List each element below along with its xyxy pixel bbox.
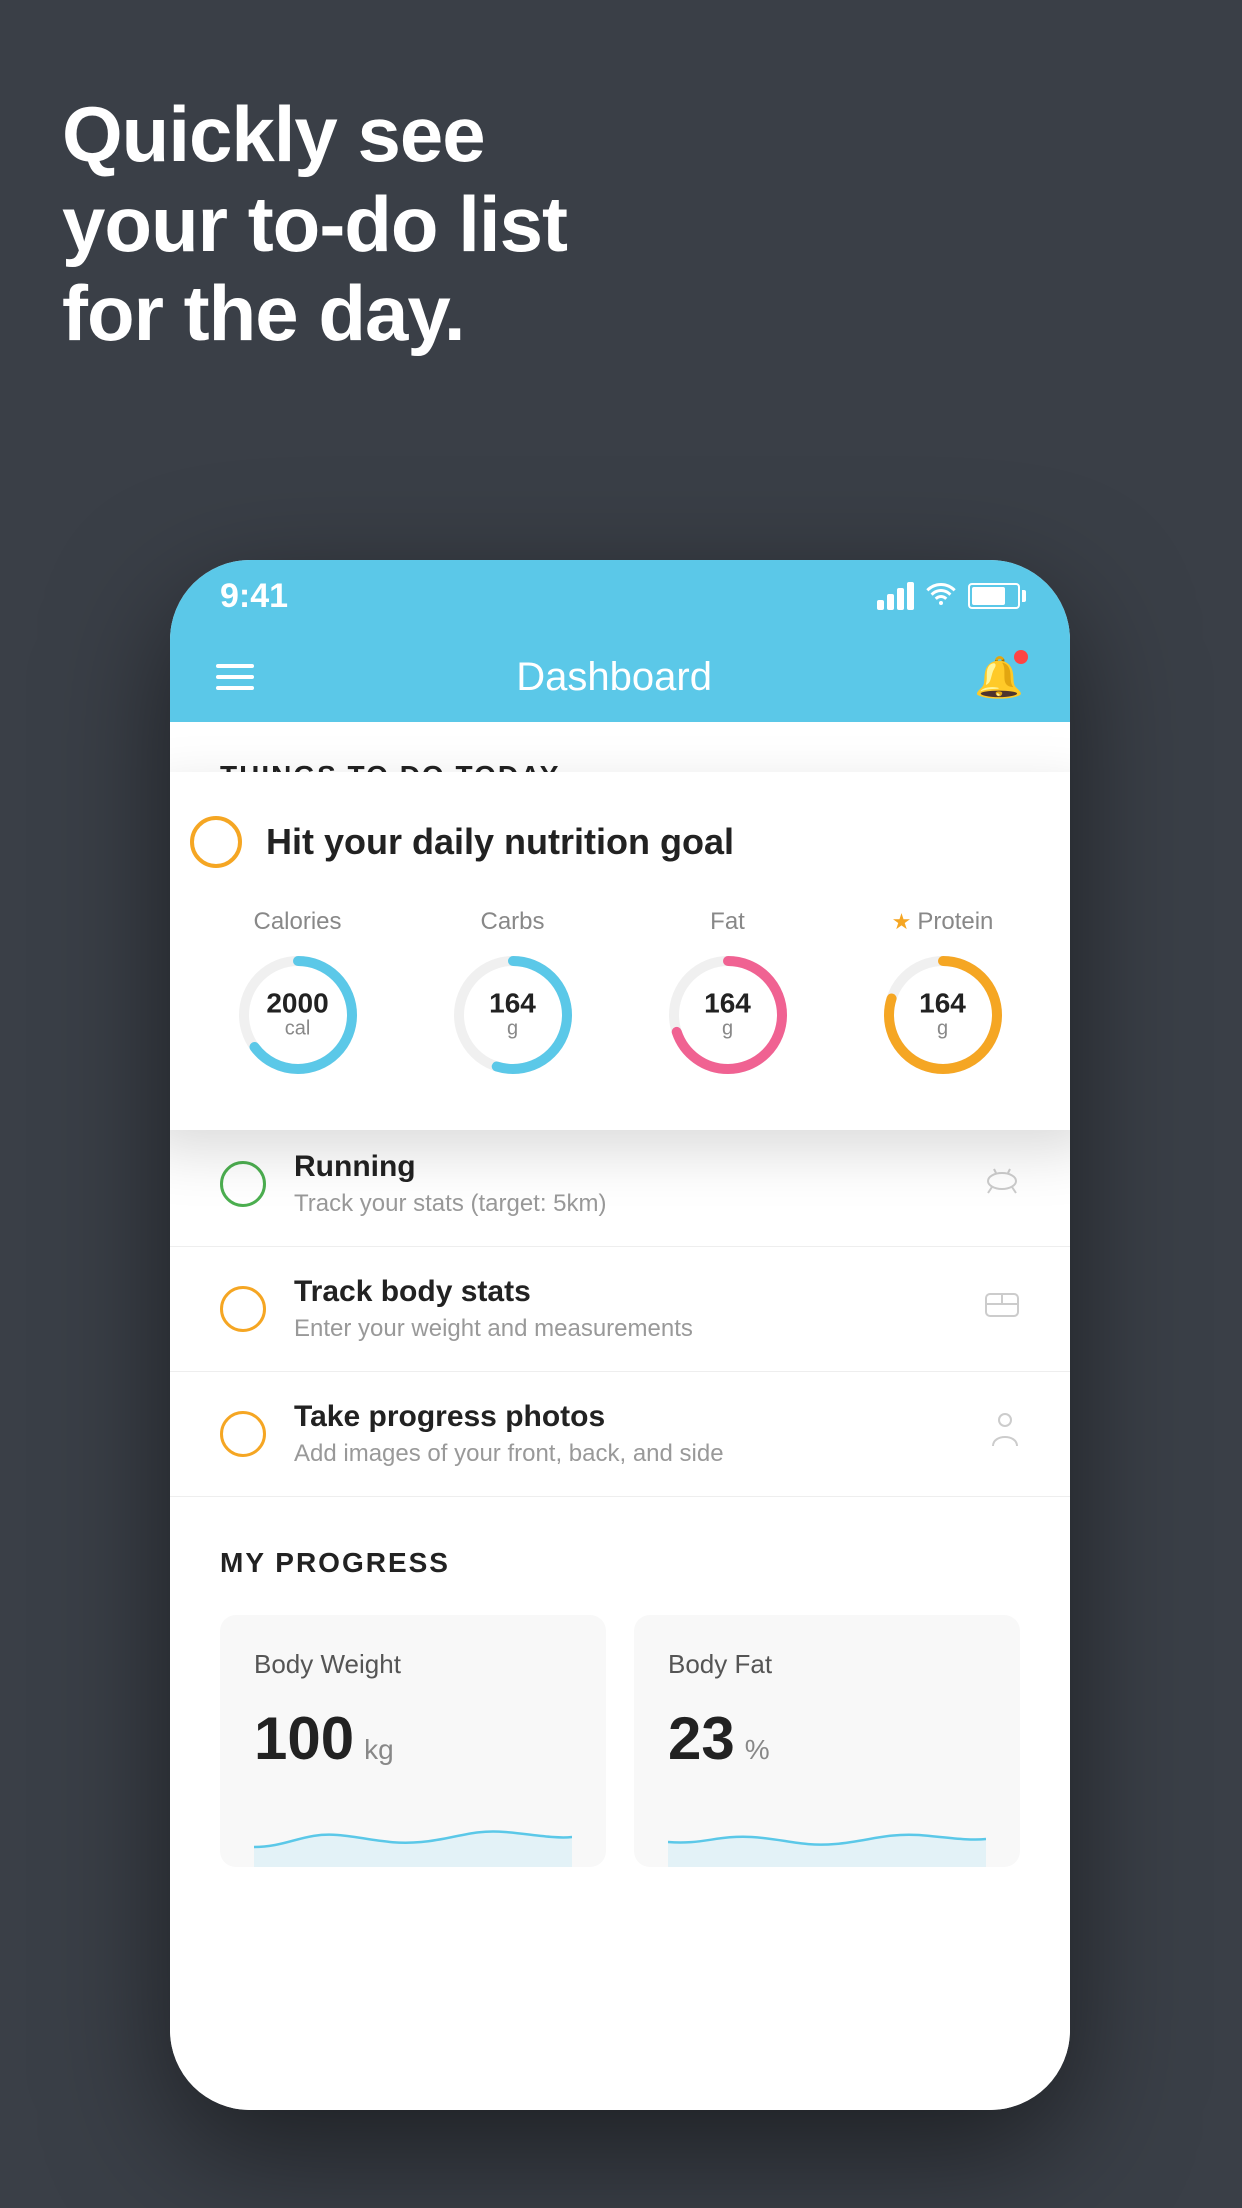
photos-name: Take progress photos [294,1400,962,1434]
nutrition-protein: ★ Protein 164 g [878,908,1008,1080]
notification-dot [1014,650,1028,664]
signal-icon [877,582,914,610]
wifi-icon [926,580,956,612]
body-weight-chart [254,1797,572,1867]
todo-item-running[interactable]: Running Track your stats (target: 5km) [170,1122,1070,1247]
status-icons [877,580,1020,612]
body-weight-value: 100 [254,1704,354,1773]
fat-label: Fat [710,908,745,936]
progress-section: MY PROGRESS Body Weight 100 kg [170,1497,1070,1867]
body-fat-chart [668,1797,986,1867]
photos-sub: Add images of your front, back, and side [294,1440,962,1468]
nutrition-calories: Calories 2000 cal [233,908,363,1080]
progress-title: MY PROGRESS [220,1547,1020,1579]
running-sub: Track your stats (target: 5km) [294,1190,956,1218]
card-title: Hit your daily nutrition goal [266,821,734,863]
running-text: Running Track your stats (target: 5km) [294,1150,956,1218]
carbs-label: Carbs [480,908,544,936]
todo-item-photos[interactable]: Take progress photos Add images of your … [170,1372,1070,1497]
body-fat-unit: % [745,1734,770,1766]
status-bar: 9:41 [170,560,1070,632]
body-stats-check[interactable] [220,1286,266,1332]
scale-icon [984,1290,1020,1329]
status-time: 9:41 [220,577,288,616]
carbs-value: 164 [489,990,536,1018]
progress-cards: Body Weight 100 kg Body Fat [220,1615,1020,1867]
photos-check[interactable] [220,1411,266,1457]
battery-icon [968,583,1020,609]
nutrition-circles: Calories 2000 cal Carbs [190,908,1050,1080]
person-icon [990,1412,1020,1457]
running-icon [984,1165,1020,1204]
body-weight-label: Body Weight [254,1649,572,1680]
body-stats-name: Track body stats [294,1275,956,1309]
headline: Quickly see your to-do list for the day. [62,90,567,359]
protein-value: 164 [919,990,966,1018]
fat-unit: g [704,1018,751,1041]
card-header: Hit your daily nutrition goal [190,816,1050,868]
headline-line3: for the day. [62,269,465,357]
nutrition-carbs: Carbs 164 g [448,908,578,1080]
carbs-ring: 164 g [448,950,578,1080]
protein-label: ★ Protein [892,908,994,936]
body-fat-card[interactable]: Body Fat 23 % [634,1615,1020,1867]
body-weight-card[interactable]: Body Weight 100 kg [220,1615,606,1867]
body-fat-value-row: 23 % [668,1704,986,1773]
body-fat-label: Body Fat [668,1649,986,1680]
goal-check-circle[interactable] [190,816,242,868]
protein-ring: 164 g [878,950,1008,1080]
protein-unit: g [919,1018,966,1041]
phone-content: THINGS TO DO TODAY Hit your daily nutrit… [170,722,1070,2110]
star-icon: ★ [892,909,912,935]
body-stats-text: Track body stats Enter your weight and m… [294,1275,956,1343]
headline-line2: your to-do list [62,180,567,268]
carbs-unit: g [489,1018,536,1041]
todo-item-body-stats[interactable]: Track body stats Enter your weight and m… [170,1247,1070,1372]
hamburger-menu[interactable] [216,664,254,690]
notification-bell[interactable]: 🔔 [974,654,1024,701]
calories-ring: 2000 cal [233,950,363,1080]
body-weight-unit: kg [364,1734,394,1766]
body-stats-sub: Enter your weight and measurements [294,1315,956,1343]
nav-title: Dashboard [516,655,712,700]
headline-line1: Quickly see [62,90,485,178]
calories-unit: cal [266,1018,328,1041]
calories-value: 2000 [266,990,328,1018]
todo-list: Running Track your stats (target: 5km) T… [170,1122,1070,1497]
body-weight-value-row: 100 kg [254,1704,572,1773]
nutrition-card: Hit your daily nutrition goal Calories 2… [170,772,1070,1130]
calories-label: Calories [253,908,341,936]
photos-text: Take progress photos Add images of your … [294,1400,962,1468]
nutrition-fat: Fat 164 g [663,908,793,1080]
running-name: Running [294,1150,956,1184]
fat-value: 164 [704,990,751,1018]
fat-ring: 164 g [663,950,793,1080]
phone-mockup: 9:41 Dashboard 🔔 [170,560,1070,2110]
nav-bar: Dashboard 🔔 [170,632,1070,722]
running-check[interactable] [220,1161,266,1207]
body-fat-value: 23 [668,1704,735,1773]
